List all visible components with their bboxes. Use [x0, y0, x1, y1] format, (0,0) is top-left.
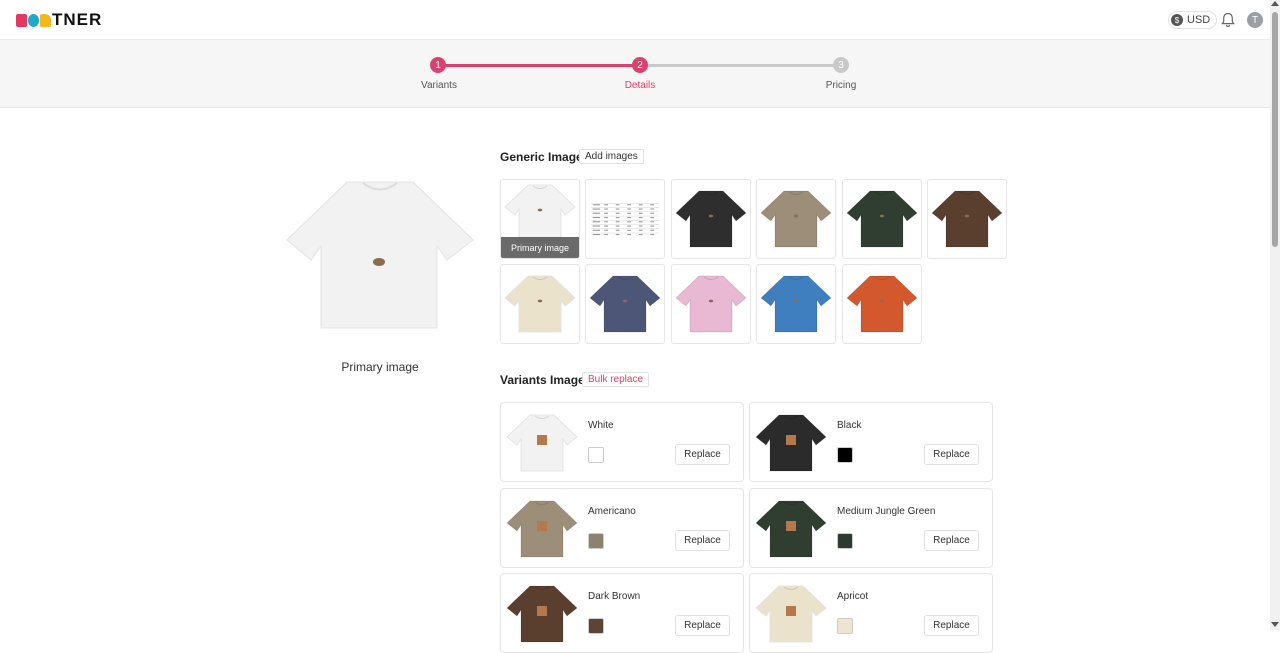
variant-card: Americano Replace: [500, 487, 744, 568]
scroll-down-arrow-icon[interactable]: [1271, 622, 1279, 627]
replace-button[interactable]: Replace: [924, 444, 979, 465]
tshirt-image: [589, 275, 661, 333]
variant-image: [505, 413, 579, 473]
logo-text: TNER: [52, 10, 103, 29]
generic-image-tile[interactable]: [841, 264, 922, 344]
bell-icon[interactable]: [1221, 12, 1235, 28]
tshirt-image: [931, 190, 1003, 248]
add-images-button[interactable]: Add images: [579, 149, 644, 164]
replace-button[interactable]: Replace: [924, 529, 979, 551]
generic-image-tile[interactable]: [585, 264, 666, 344]
tshirt-image: [675, 275, 747, 333]
generic-image-tile[interactable]: [500, 264, 580, 344]
logo-mark-1: [16, 13, 27, 27]
variant-name: Americano: [588, 505, 636, 517]
tshirt-image: [675, 190, 747, 248]
step-3-dot[interactable]: 3: [833, 57, 849, 73]
primary-image-tag: Primary image: [501, 237, 579, 258]
currency-label: USD: [1187, 14, 1211, 26]
scroll-up-arrow-icon[interactable]: [1271, 1, 1279, 6]
replace-button[interactable]: Replace: [675, 444, 730, 465]
variant-name: Apricot: [837, 591, 869, 602]
tshirt-image: [760, 275, 832, 333]
tshirt-image: [504, 275, 576, 333]
variant-card: Apricot Replace: [749, 573, 993, 653]
color-swatch: [588, 618, 604, 634]
variant-card: Black Replace: [749, 402, 993, 482]
top-header: TNER $ USD T: [0, 0, 1270, 40]
bulk-replace-button[interactable]: Bulk replace: [582, 372, 650, 387]
color-swatch: [837, 532, 853, 549]
variant-card: White Replace: [500, 402, 744, 482]
avatar[interactable]: T: [1247, 12, 1263, 28]
tshirt-image: [845, 190, 918, 248]
generic-image-tile[interactable]: [756, 264, 837, 344]
progress-stepper: 1 Variants 2 Details 3 Pricing: [0, 40, 1270, 108]
variant-name: Dark Brown: [588, 591, 641, 602]
generic-image-tile-size-chart[interactable]: [585, 179, 666, 259]
color-swatch: [837, 447, 853, 463]
currency-selector[interactable]: $ USD: [1168, 11, 1218, 29]
replace-button[interactable]: Replace: [675, 615, 730, 636]
variant-card: Medium Jungle Green Replace: [749, 487, 993, 568]
color-swatch: [837, 618, 853, 634]
generic-images-title: Generic Images: [500, 150, 590, 164]
variant-image: [505, 499, 579, 559]
variant-name: Black: [837, 420, 862, 431]
tshirt-image: [845, 275, 918, 333]
step-2-dot[interactable]: 2: [632, 57, 648, 73]
variant-image: [754, 584, 828, 644]
tshirt-image: [760, 190, 832, 248]
primary-image-caption: Primary image: [341, 360, 419, 374]
variant-card: Dark Brown Replace: [500, 573, 744, 653]
generic-image-tile[interactable]: [756, 179, 837, 259]
step-2-label[interactable]: Details: [580, 80, 700, 91]
step-1-dot[interactable]: 1: [430, 57, 446, 73]
logo-mark-3: [40, 13, 51, 27]
page-scrollbar[interactable]: [1270, 0, 1280, 630]
variant-image: [505, 584, 579, 644]
partner-logo[interactable]: TNER: [16, 11, 102, 29]
step-3-label[interactable]: Pricing: [781, 80, 901, 91]
generic-image-tile[interactable]: [841, 179, 922, 259]
generic-image-tile[interactable]: [927, 179, 1007, 259]
size-chart-table: [589, 200, 662, 238]
generic-image-tile[interactable]: [670, 264, 751, 344]
replace-button[interactable]: Replace: [675, 529, 730, 551]
generic-image-tile[interactable]: [670, 179, 751, 259]
replace-button[interactable]: Replace: [924, 615, 979, 636]
scrollbar-thumb[interactable]: [1272, 12, 1278, 247]
variant-image: [754, 499, 828, 559]
logo-mark-2: [28, 13, 39, 27]
step-1-label[interactable]: Variants: [379, 80, 499, 91]
variant-name: White: [588, 420, 614, 431]
stepper-track-done: [438, 64, 640, 67]
primary-image-preview: [286, 181, 474, 329]
variants-images-title: Variants Images: [500, 373, 592, 387]
generic-image-tile[interactable]: Primary image: [500, 179, 580, 259]
dollar-icon: $: [1171, 14, 1183, 26]
shirt-body: [286, 181, 474, 329]
color-swatch: [588, 532, 604, 549]
tshirt-image: [504, 184, 576, 242]
variant-image: [754, 413, 828, 473]
variant-name: Medium Jungle Green: [837, 505, 936, 517]
stepper-track-todo: [640, 64, 841, 67]
color-swatch: [588, 447, 604, 463]
